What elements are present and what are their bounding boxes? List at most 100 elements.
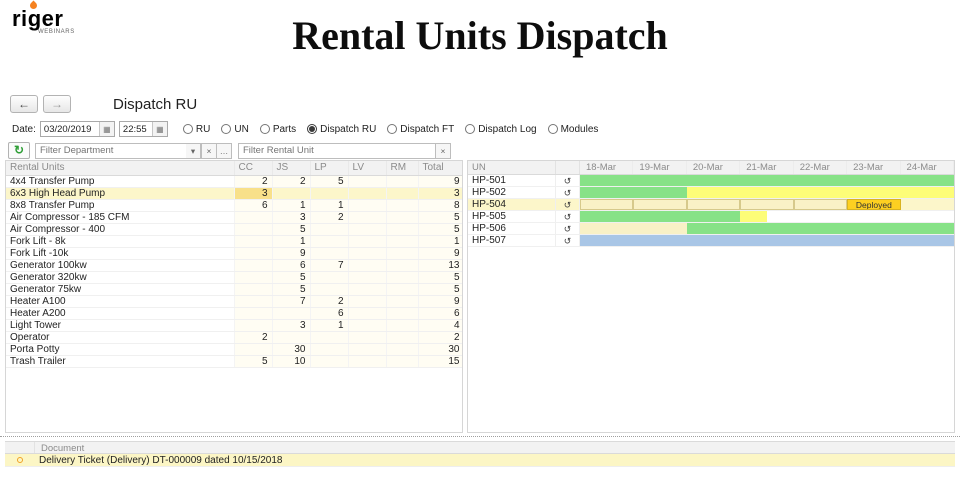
choose-department-icon[interactable]: …	[217, 142, 232, 159]
history-icon[interactable]: ↺	[556, 187, 580, 198]
back-button[interactable]: ←	[10, 95, 38, 113]
gantt-bar[interactable]	[686, 199, 741, 210]
department-filter-input[interactable]	[36, 143, 186, 158]
rental-total-cell: 4	[418, 319, 462, 332]
rental-row[interactable]: Heater A100 7 2 9	[6, 295, 462, 308]
rental-row[interactable]: Air Compressor - 400 5 5	[6, 223, 462, 236]
refresh-icon[interactable]: ↻	[8, 142, 30, 159]
gantt-row[interactable]: HP-501 ↺	[468, 175, 954, 187]
rental-lp-cell	[310, 271, 349, 284]
history-icon[interactable]: ↺	[556, 211, 580, 222]
gantt-bar[interactable]	[580, 223, 687, 234]
rental-lp-cell: 2	[310, 295, 349, 308]
gantt-bar[interactable]	[633, 199, 687, 210]
col-header-js[interactable]: JS	[272, 161, 311, 176]
col-header-cc[interactable]: CC	[234, 161, 273, 176]
rental-row[interactable]: Operator 2 2	[6, 331, 462, 344]
gantt-bar[interactable]	[580, 235, 954, 246]
rental-cc-cell	[234, 235, 273, 248]
document-column-header[interactable]: Document	[35, 442, 84, 454]
gantt-bar[interactable]	[686, 187, 954, 198]
rental-row[interactable]: Generator 320kw 5 5	[6, 271, 462, 284]
gantt-row[interactable]: HP-505 ↺	[468, 211, 954, 223]
gantt-bar[interactable]	[740, 199, 794, 210]
gantt-bar-deployed[interactable]: Deployed	[847, 199, 901, 210]
chevron-down-icon[interactable]: ▾	[186, 142, 201, 159]
col-header-rental-units[interactable]: Rental Units	[6, 161, 235, 176]
page-title: Rental Units Dispatch	[292, 13, 668, 58]
gantt-bar[interactable]	[580, 199, 634, 210]
radio-parts-input[interactable]	[259, 124, 270, 134]
time-input[interactable]	[119, 122, 152, 136]
col-header-rm[interactable]: RM	[386, 161, 419, 176]
rental-js-cell: 2	[272, 175, 311, 188]
col-header-lp[interactable]: LP	[310, 161, 349, 176]
document-row[interactable]: Delivery Ticket (Delivery) DT-000009 dat…	[5, 454, 955, 467]
date-input[interactable]	[40, 122, 99, 136]
history-icon[interactable]: ↺	[556, 235, 580, 246]
filter-row: ↻ ▾ × … ×	[8, 142, 451, 159]
gantt-bar[interactable]	[580, 175, 954, 186]
date-field: ▦	[39, 121, 115, 137]
radio-ru-input[interactable]	[182, 124, 193, 134]
rental-row[interactable]: 4x4 Transfer Pump 2 2 5 9	[6, 175, 462, 188]
radio-dispatch-ru[interactable]: Dispatch RU	[307, 124, 376, 135]
gantt-bar[interactable]	[580, 187, 687, 198]
col-header-un[interactable]: UN	[468, 161, 556, 174]
rental-row[interactable]: Generator 100kw 6 7 13	[6, 259, 462, 272]
calendar-icon[interactable]: ▦	[151, 122, 167, 136]
gantt-bar[interactable]	[793, 199, 848, 210]
radio-dispatch-ft-input[interactable]	[387, 124, 398, 134]
rental-row[interactable]: Porta Potty 30 30	[6, 343, 462, 356]
date-label: Date:	[12, 123, 36, 135]
rental-row[interactable]: Air Compressor - 185 CFM 3 2 5	[6, 211, 462, 224]
rental-cc-cell	[234, 283, 273, 296]
col-header-lv[interactable]: LV	[348, 161, 387, 176]
radio-un[interactable]: UN	[221, 124, 249, 135]
gantt-bar[interactable]	[686, 223, 954, 234]
history-icon[interactable]: ↺	[556, 175, 580, 186]
gantt-row[interactable]: HP-504 ↺ Deployed	[468, 199, 954, 211]
rental-row[interactable]: Heater A200 6 6	[6, 307, 462, 320]
radio-dispatch-log-input[interactable]	[465, 124, 476, 134]
gantt-row[interactable]: HP-506 ↺	[468, 223, 954, 235]
rental-row[interactable]: Fork Lift - 8k 1 1	[6, 235, 462, 248]
col-header-total[interactable]: Total	[418, 161, 462, 176]
rental-row[interactable]: 8x8 Transfer Pump 6 1 1 8	[6, 199, 462, 212]
rental-total-cell: 15	[418, 355, 462, 368]
rental-lp-cell	[310, 235, 349, 248]
gantt-row[interactable]: HP-502 ↺	[468, 187, 954, 199]
rental-rm-cell	[386, 307, 419, 320]
panel-splitter[interactable]	[0, 436, 960, 437]
rental-total-cell: 5	[418, 283, 462, 296]
rental-row[interactable]: Trash Trailer 5 10 15	[6, 355, 462, 368]
document-panel: Document Delivery Ticket (Delivery) DT-0…	[5, 441, 955, 467]
gantt-bar[interactable]	[580, 211, 741, 222]
radio-dispatch-ru-input[interactable]	[307, 124, 318, 134]
radio-parts[interactable]: Parts	[259, 124, 296, 135]
forward-button[interactable]: →	[43, 95, 71, 113]
rental-rm-cell	[386, 175, 419, 188]
rental-unit-filter-input[interactable]	[239, 143, 435, 158]
clear-rental-unit-icon[interactable]: ×	[436, 142, 451, 159]
rental-row[interactable]: Fork Lift -10k 9 9	[6, 247, 462, 260]
rental-lp-cell: 7	[310, 259, 349, 272]
gantt-bar[interactable]	[740, 211, 767, 222]
rental-lv-cell	[348, 235, 387, 248]
radio-dispatch-ft[interactable]: Dispatch FT	[387, 124, 454, 135]
history-icon[interactable]: ↺	[556, 199, 580, 210]
radio-un-input[interactable]	[221, 124, 232, 134]
calendar-icon[interactable]: ▦	[98, 122, 114, 136]
rental-row[interactable]: Generator 75kw 5 5	[6, 283, 462, 296]
radio-ru[interactable]: RU	[182, 124, 210, 135]
history-icon[interactable]: ↺	[556, 223, 580, 234]
rental-lp-cell	[310, 331, 349, 344]
radio-modules-input[interactable]	[547, 124, 558, 134]
rental-row[interactable]: 6x3 High Head Pump 3 3	[6, 187, 462, 200]
rental-row[interactable]: Light Tower 3 1 4	[6, 319, 462, 332]
rental-lp-cell: 1	[310, 199, 349, 212]
radio-dispatch-log[interactable]: Dispatch Log	[465, 124, 537, 135]
clear-department-icon[interactable]: ×	[202, 142, 217, 159]
radio-modules[interactable]: Modules	[547, 124, 598, 135]
gantt-row[interactable]: HP-507 ↺	[468, 235, 954, 247]
